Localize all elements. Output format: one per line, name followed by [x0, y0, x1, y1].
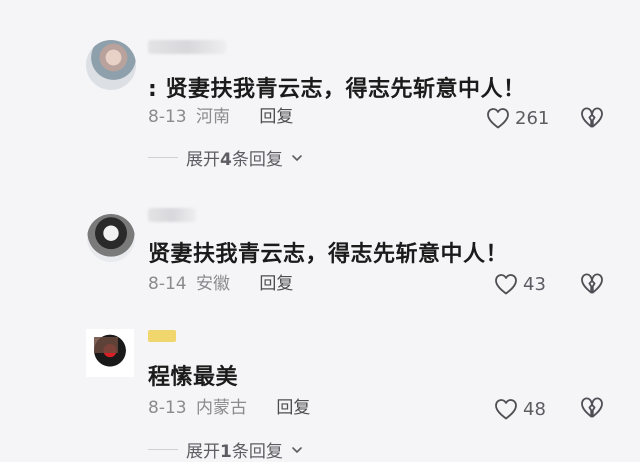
comment-text: 程愫最美: [148, 365, 239, 390]
dislike-button[interactable]: [580, 396, 604, 420]
dislike-button[interactable]: [580, 106, 604, 130]
comment-location: 内蒙古: [196, 398, 247, 418]
comment-date: 8-13: [148, 398, 187, 418]
username-blurred[interactable]: [148, 40, 226, 54]
comment-text: 贤妻扶我青云志，得志先斩意中人！: [148, 242, 509, 267]
broken-heart-icon: [580, 106, 604, 130]
heart-outline-icon: [494, 398, 518, 420]
divider-line: [148, 449, 178, 450]
comment-text: : 贤妻扶我青云志，得志先斩意中人！: [148, 77, 526, 102]
comment-meta: 8-13 内蒙古 回复: [148, 396, 310, 420]
broken-heart-icon: [580, 396, 604, 420]
avatar[interactable]: [87, 214, 135, 262]
reply-button[interactable]: 回复: [276, 396, 310, 420]
comment-location: 河南: [196, 107, 230, 127]
heart-outline-icon: [494, 273, 518, 295]
comment-date: 8-13: [148, 107, 187, 127]
dislike-button[interactable]: [580, 272, 604, 296]
expand-label: 展开4条回复: [186, 150, 283, 170]
like-button[interactable]: 261: [486, 106, 549, 130]
reply-button[interactable]: 回复: [259, 272, 293, 296]
like-button[interactable]: 48: [494, 397, 546, 421]
comment-location: 安徽: [196, 274, 230, 294]
heart-outline-icon: [486, 107, 510, 129]
expand-replies-button[interactable]: 展开4条回复: [148, 145, 303, 170]
chevron-down-icon: [291, 444, 303, 456]
username-blurred[interactable]: [148, 208, 196, 222]
expand-label: 展开1条回复: [186, 442, 283, 462]
expand-replies-button[interactable]: 展开1条回复: [148, 437, 303, 462]
like-count: 43: [523, 273, 546, 295]
broken-heart-icon: [580, 272, 604, 296]
avatar-mosaic: [94, 337, 118, 353]
reply-button[interactable]: 回复: [259, 105, 293, 129]
divider-line: [148, 157, 178, 158]
comment-date: 8-14: [148, 274, 187, 294]
like-count: 48: [523, 398, 546, 420]
avatar[interactable]: [86, 40, 136, 90]
user-badge: [148, 330, 176, 342]
like-count: 261: [515, 107, 550, 129]
comment-meta: 8-14 安徽 回复: [148, 272, 293, 296]
avatar[interactable]: [86, 329, 134, 377]
comment-meta: 8-13 河南 回复: [148, 105, 293, 129]
chevron-down-icon: [291, 152, 303, 164]
like-button[interactable]: 43: [494, 272, 546, 296]
